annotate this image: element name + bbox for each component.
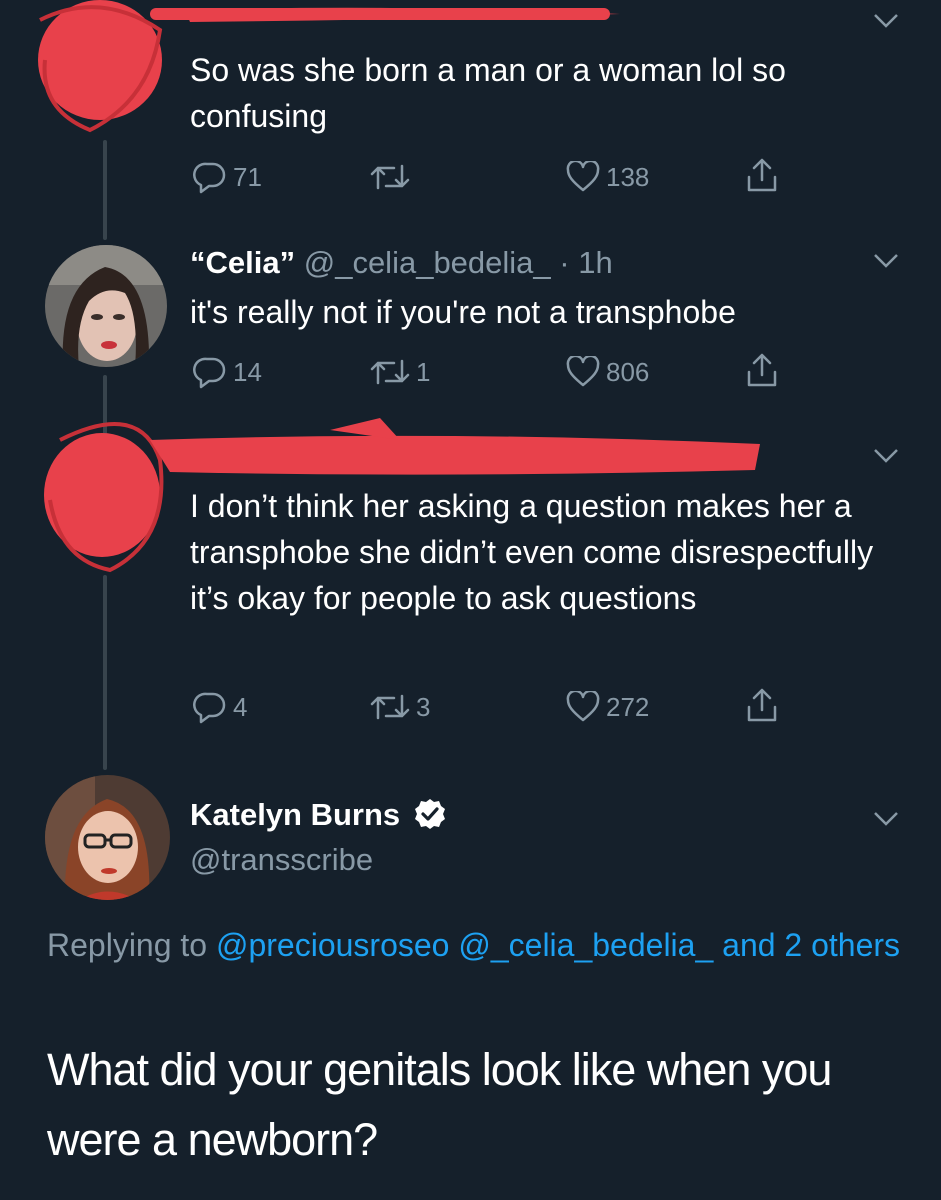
like-count: 138	[606, 161, 650, 192]
others-link[interactable]: and 2 others	[722, 927, 900, 963]
share-button[interactable]	[746, 688, 778, 722]
retweet-count: 3	[416, 691, 431, 722]
replying-to: Replying to @preciousroseo @_celia_bedel…	[47, 920, 907, 970]
like-button[interactable]: 138	[566, 160, 649, 194]
author-line: “Celia” @_celia_bedelia_ · 1h	[190, 243, 613, 283]
tweet-text: it's really not if you're not a transpho…	[190, 294, 736, 330]
retweet-button[interactable]: 3	[370, 690, 430, 724]
avatar[interactable]	[48, 440, 160, 552]
reply-count: 71	[233, 161, 262, 192]
handle[interactable]: @_celia_bedelia_	[304, 245, 551, 280]
chevron-down-icon[interactable]	[872, 12, 900, 30]
like-icon	[566, 356, 600, 387]
chevron-down-icon[interactable]	[872, 447, 900, 465]
like-count: 272	[606, 691, 650, 722]
avatar[interactable]	[45, 245, 167, 367]
retweet-icon	[370, 164, 410, 190]
like-icon	[566, 691, 600, 722]
replying-prefix: Replying to	[47, 927, 208, 963]
share-icon	[747, 158, 777, 192]
author-name-line: Katelyn Burns	[190, 795, 447, 835]
thread-line	[103, 575, 107, 770]
avatar[interactable]	[48, 4, 160, 116]
retweet-icon	[370, 694, 410, 720]
reply-count: 4	[233, 691, 248, 722]
chevron-down-icon[interactable]	[872, 810, 900, 828]
mention-link[interactable]: @preciousroseo	[216, 927, 449, 963]
handle[interactable]: @transscribe	[190, 840, 373, 880]
chevron-down-icon[interactable]	[872, 252, 900, 270]
share-icon	[747, 353, 777, 387]
retweet-button[interactable]: 1	[370, 355, 430, 389]
share-button[interactable]	[746, 158, 778, 192]
reply-icon	[193, 357, 226, 389]
reply-button[interactable]: 14	[193, 355, 262, 389]
reply-icon	[193, 162, 226, 194]
reply-count: 14	[233, 356, 262, 387]
share-button[interactable]	[746, 353, 778, 387]
retweet-button[interactable]	[370, 160, 416, 194]
thread-line	[103, 375, 107, 435]
reply-button[interactable]: 71	[193, 160, 262, 194]
like-count: 806	[606, 356, 650, 387]
main-tweet-text: What did your genitals look like when yo…	[47, 1044, 832, 1165]
reply-button[interactable]: 4	[193, 690, 247, 724]
display-name[interactable]: Katelyn Burns	[190, 797, 400, 832]
like-button[interactable]: 272	[566, 690, 649, 724]
timestamp[interactable]: · 1h	[559, 245, 612, 280]
reply-icon	[193, 692, 226, 724]
tweet-text: So was she born a man or a woman lol so …	[190, 52, 786, 134]
like-button[interactable]: 806	[566, 355, 649, 389]
thread-line	[103, 140, 107, 240]
like-icon	[566, 161, 600, 192]
retweet-count: 1	[416, 356, 431, 387]
tweet-text: I don’t think her asking a question make…	[190, 488, 874, 616]
mention-link[interactable]: @_celia_bedelia_	[458, 927, 713, 963]
retweet-icon	[370, 359, 410, 385]
share-icon	[747, 688, 777, 722]
avatar[interactable]	[45, 775, 170, 900]
verified-badge-icon	[414, 799, 445, 829]
display-name[interactable]: “Celia”	[190, 245, 295, 280]
